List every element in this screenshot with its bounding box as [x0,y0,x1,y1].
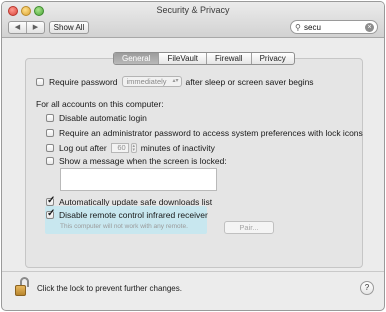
forward-arrow-icon[interactable]: ▶ [27,22,44,33]
log-out-label: Log out after [59,143,107,153]
disable-ir-note: This computer will not work with any rem… [60,223,188,230]
disable-ir-label: Disable remote control infrared receiver [59,210,208,220]
disable-ir-checkbox[interactable] [46,208,55,219]
require-admin-label: Require an administrator password to acc… [59,128,363,138]
back-forward-control: ◀ ▶ [8,21,45,34]
tab-bar: General FileVault Firewall Privacy [113,52,295,65]
minutes-stepper[interactable]: ▴ ▾ [130,143,137,153]
preferences-window: Security & Privacy ◀ ▶ Show All ⚲ × Gene… [1,1,385,311]
disable-auto-login-row: Disable automatic login [46,113,147,123]
log-out-row: Log out after 60 ▴ ▾ minutes of inactivit… [46,143,215,153]
search-icon: ⚲ [295,23,301,32]
tab-privacy[interactable]: Privacy [252,53,294,64]
search-input[interactable] [304,22,360,32]
disable-ir-row: Disable remote control infrared receiver [46,208,208,220]
require-password-row: Require password immediately ▴▾ after sl… [36,76,314,87]
back-arrow-icon[interactable]: ◀ [9,22,27,33]
disable-auto-login-label: Disable automatic login [59,113,147,123]
popup-arrows-icon: ▴▾ [172,78,179,84]
footer-divider [2,271,384,272]
require-admin-checkbox[interactable] [46,129,54,137]
tab-firewall[interactable]: Firewall [207,53,252,64]
require-password-checkbox[interactable] [36,77,44,86]
lock-status-text: Click the lock to prevent further change… [37,284,182,293]
log-out-checkbox[interactable] [46,144,54,152]
disable-auto-login-checkbox[interactable] [46,114,54,122]
clear-search-icon[interactable]: × [365,23,374,32]
help-icon[interactable]: ? [360,281,374,295]
require-password-label: Require password [49,76,118,87]
log-out-minutes-field[interactable]: 60 [110,143,129,153]
password-interval-popup[interactable]: immediately ▴▾ [121,76,182,87]
show-message-row: Show a message when the screen is locked… [46,156,227,166]
log-out-suffix: minutes of inactivity [140,143,215,153]
tab-filevault[interactable]: FileVault [159,53,207,64]
lock-icon[interactable] [15,277,29,297]
password-interval-value: immediately [126,77,167,86]
window-title: Security & Privacy [156,5,230,15]
search-field[interactable]: ⚲ × [290,20,378,34]
show-message-label: Show a message when the screen is locked… [59,156,227,166]
pair-button[interactable]: Pair... [224,221,274,234]
require-admin-row: Require an administrator password to acc… [46,128,363,138]
auto-update-checkbox[interactable] [46,195,55,206]
show-all-button[interactable]: Show All [49,21,89,34]
require-password-suffix: after sleep or screen saver begins [185,76,314,87]
all-accounts-heading: For all accounts on this computer: [36,99,164,109]
show-message-checkbox[interactable] [46,157,54,165]
titlebar: Security & Privacy ◀ ▶ Show All ⚲ × [2,2,384,38]
lock-message-field[interactable] [60,168,217,191]
tab-general[interactable]: General [114,53,160,64]
